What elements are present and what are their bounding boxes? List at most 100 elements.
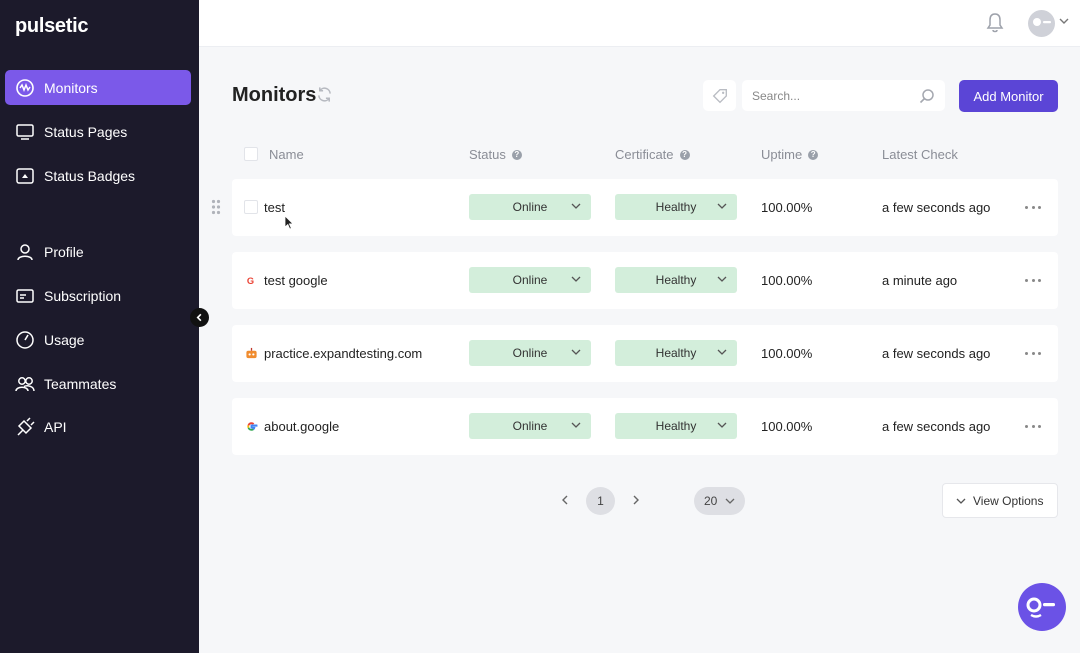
status-dropdown[interactable]: Online bbox=[469, 340, 591, 366]
chevron-down-icon bbox=[571, 276, 581, 282]
logo[interactable]: pulsetic bbox=[15, 15, 88, 38]
status-value: Online bbox=[512, 419, 548, 433]
sidebar: pulsetic Monitors Status Pages Status Ba… bbox=[0, 0, 199, 653]
more-options-button[interactable] bbox=[1025, 200, 1041, 214]
sidebar-item-label: Subscription bbox=[44, 287, 122, 304]
sidebar-item-api[interactable]: API bbox=[5, 409, 191, 444]
badge-icon bbox=[15, 166, 35, 186]
tags-filter-button[interactable] bbox=[703, 80, 736, 111]
view-options-button[interactable]: View Options bbox=[942, 483, 1058, 518]
next-page-button[interactable] bbox=[630, 492, 642, 508]
refresh-icon[interactable] bbox=[316, 86, 333, 103]
select-all-checkbox[interactable] bbox=[244, 147, 258, 161]
search-icon[interactable] bbox=[919, 88, 935, 104]
add-monitor-button[interactable]: Add Monitor bbox=[959, 80, 1058, 112]
robot-icon bbox=[246, 347, 257, 359]
avatar[interactable] bbox=[1028, 10, 1055, 37]
status-value: Online bbox=[512, 200, 548, 214]
search-box bbox=[742, 80, 945, 111]
collapse-sidebar-button[interactable] bbox=[190, 308, 209, 327]
more-options-button[interactable] bbox=[1025, 346, 1041, 360]
row-checkbox[interactable] bbox=[244, 200, 258, 214]
sidebar-item-monitors[interactable]: Monitors bbox=[5, 70, 191, 105]
status-dropdown[interactable]: Online bbox=[469, 413, 591, 439]
sidebar-item-label: Usage bbox=[44, 331, 85, 348]
google-icon bbox=[247, 422, 258, 431]
sidebar-item-status-pages[interactable]: Status Pages bbox=[5, 114, 191, 149]
column-label: Uptime bbox=[761, 147, 803, 162]
drag-handle-icon[interactable] bbox=[211, 199, 221, 215]
sidebar-item-label: Status Badges bbox=[44, 167, 136, 184]
monitor-name[interactable]: test google bbox=[264, 273, 328, 288]
monitor-name[interactable]: about.google bbox=[264, 419, 339, 434]
sidebar-item-subscription[interactable]: Subscription bbox=[5, 278, 191, 313]
tag-icon bbox=[712, 88, 727, 103]
column-header-latest-check[interactable]: Latest Check bbox=[882, 147, 958, 162]
latest-check-value: a few seconds ago bbox=[882, 200, 991, 215]
sidebar-item-label: API bbox=[44, 418, 67, 435]
sidebar-item-status-badges[interactable]: Status Badges bbox=[5, 158, 191, 193]
chevron-right-icon bbox=[633, 495, 639, 505]
topbar bbox=[199, 0, 1080, 47]
chevron-down-icon bbox=[956, 498, 966, 504]
status-dropdown[interactable]: Online bbox=[469, 267, 591, 293]
sidebar-item-label: Teammates bbox=[44, 375, 117, 392]
certificate-dropdown[interactable]: Healthy bbox=[615, 267, 737, 293]
chevron-left-icon bbox=[562, 495, 568, 505]
chevron-down-icon bbox=[717, 276, 727, 282]
more-options-button[interactable] bbox=[1025, 273, 1041, 287]
certificate-value: Healthy bbox=[655, 346, 697, 360]
chevron-down-icon bbox=[571, 203, 581, 209]
uptime-value: 100.00% bbox=[761, 200, 813, 215]
sidebar-item-usage[interactable]: Usage bbox=[5, 322, 191, 357]
user-icon bbox=[15, 242, 35, 262]
table-row[interactable]: test Online Healthy 100.00% a few second… bbox=[232, 179, 1058, 236]
status-value: Online bbox=[512, 346, 548, 360]
column-header-status[interactable]: Status? bbox=[469, 147, 522, 162]
users-icon bbox=[15, 374, 35, 394]
chevron-down-icon bbox=[717, 203, 727, 209]
certificate-value: Healthy bbox=[655, 419, 697, 433]
certificate-dropdown[interactable]: Healthy bbox=[615, 194, 737, 220]
chevron-down-icon bbox=[571, 349, 581, 355]
sidebar-item-label: Monitors bbox=[44, 79, 98, 96]
column-header-uptime[interactable]: Uptime? bbox=[761, 147, 819, 162]
table-row[interactable]: practice.expandtesting.com Online Health… bbox=[232, 325, 1058, 382]
more-options-button[interactable] bbox=[1025, 419, 1041, 433]
chevron-down-icon bbox=[571, 422, 581, 428]
certificate-dropdown[interactable]: Healthy bbox=[615, 340, 737, 366]
latest-check-value: a few seconds ago bbox=[882, 346, 991, 361]
help-icon[interactable]: ? bbox=[679, 149, 690, 160]
column-header-name[interactable]: Name bbox=[269, 147, 304, 162]
help-icon[interactable]: ? bbox=[511, 149, 522, 160]
page-number-button[interactable]: 1 bbox=[586, 487, 615, 515]
page-title: Monitors bbox=[232, 84, 317, 106]
certificate-dropdown[interactable]: Healthy bbox=[615, 413, 737, 439]
monitor-screen-icon bbox=[15, 122, 35, 142]
search-input[interactable] bbox=[752, 88, 902, 103]
chat-support-button[interactable] bbox=[1018, 583, 1066, 631]
previous-page-button[interactable] bbox=[559, 492, 571, 508]
google-small-icon: G bbox=[247, 276, 254, 286]
column-label: Name bbox=[269, 147, 304, 162]
chevron-down-icon bbox=[725, 498, 735, 504]
svg-text:G: G bbox=[247, 276, 254, 286]
monitor-name[interactable]: test bbox=[264, 200, 285, 215]
status-dropdown[interactable]: Online bbox=[469, 194, 591, 220]
monitor-name[interactable]: practice.expandtesting.com bbox=[264, 346, 422, 361]
table-row[interactable]: G test google Online Healthy 100.00% a m… bbox=[232, 252, 1058, 309]
chevron-down-icon[interactable] bbox=[1059, 17, 1069, 25]
gauge-icon bbox=[15, 330, 35, 350]
latest-check-value: a few seconds ago bbox=[882, 419, 991, 434]
bell-icon[interactable] bbox=[986, 12, 1004, 34]
per-page-select[interactable]: 20 bbox=[694, 487, 745, 515]
plug-icon bbox=[15, 416, 35, 437]
column-header-certificate[interactable]: Certificate? bbox=[615, 147, 690, 162]
help-icon[interactable]: ? bbox=[808, 149, 819, 160]
table-row[interactable]: about.google Online Healthy 100.00% a fe… bbox=[232, 398, 1058, 455]
sidebar-item-teammates[interactable]: Teammates bbox=[5, 366, 191, 401]
uptime-value: 100.00% bbox=[761, 273, 813, 288]
sidebar-item-profile[interactable]: Profile bbox=[5, 234, 191, 269]
sidebar-item-label: Profile bbox=[44, 243, 84, 260]
view-options-label: View Options bbox=[973, 493, 1044, 508]
